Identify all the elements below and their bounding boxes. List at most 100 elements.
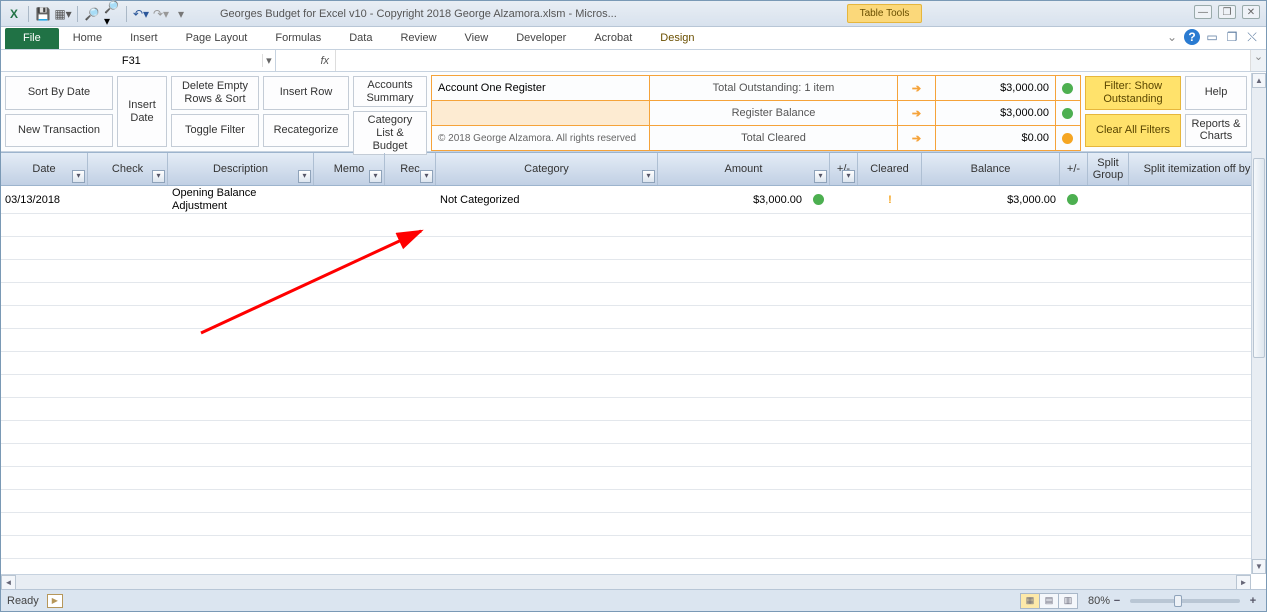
col-check[interactable]: Check▾ — [88, 153, 168, 185]
data-grid[interactable]: 03/13/2018 Opening Balance Adjustment No… — [1, 186, 1266, 566]
ribbon-more-icon[interactable]: ⌄ — [1164, 29, 1180, 45]
view-page-break-icon[interactable]: ▥ — [1058, 593, 1078, 609]
undo-icon[interactable]: ↶▾ — [132, 5, 150, 23]
filter-icon[interactable]: ▾ — [814, 170, 827, 183]
ribbon-max-icon[interactable]: ❐ — [1224, 29, 1240, 45]
col-plus-minus-2[interactable]: +/- — [1060, 153, 1088, 185]
name-box-dropdown-icon[interactable]: ▾ — [262, 54, 275, 67]
filter-icon[interactable]: ▾ — [369, 170, 382, 183]
vertical-scrollbar[interactable]: ▲ ▼ — [1251, 73, 1266, 574]
fx-button[interactable]: fx — [276, 50, 336, 71]
filter-icon[interactable]: ▾ — [298, 170, 311, 183]
scroll-up-icon[interactable]: ▲ — [1252, 73, 1266, 88]
col-date[interactable]: Date▾ — [1, 153, 88, 185]
cell-description[interactable]: Opening Balance Adjustment — [168, 186, 314, 213]
tab-developer[interactable]: Developer — [502, 28, 580, 49]
zoom-in-icon[interactable]: + — [1246, 595, 1260, 607]
table-row[interactable]: 03/13/2018 Opening Balance Adjustment No… — [1, 186, 1266, 214]
dropdown-icon[interactable]: ▦▾ — [54, 5, 72, 23]
redo-icon[interactable]: ↷▾ — [152, 5, 170, 23]
zoom-slider[interactable] — [1130, 599, 1240, 603]
horizontal-scrollbar[interactable]: ◄ ► — [1, 574, 1251, 589]
filter-icon[interactable]: ▾ — [642, 170, 655, 183]
insert-row-button[interactable]: Insert Row — [263, 76, 349, 110]
tab-acrobat[interactable]: Acrobat — [580, 28, 646, 49]
col-memo[interactable]: Memo▾ — [314, 153, 385, 185]
scroll-thumb[interactable] — [1253, 158, 1265, 358]
col-amount[interactable]: Amount▾ — [658, 153, 830, 185]
name-box[interactable]: ▾ — [1, 50, 276, 71]
col-rec[interactable]: Rec▾ — [385, 153, 436, 185]
cell-rec[interactable] — [385, 186, 436, 213]
save-icon[interactable]: 💾 — [34, 5, 52, 23]
find-dropdown-icon[interactable]: 🔎▾ — [103, 5, 121, 23]
accounts-summary-button[interactable]: Accounts Summary — [353, 76, 427, 107]
cell-check[interactable] — [88, 186, 168, 213]
tab-design[interactable]: Design — [646, 28, 708, 49]
delete-empty-rows-button[interactable]: Delete Empty Rows & Sort — [171, 76, 259, 110]
quick-access-toolbar: X 💾 ▦▾ 🔎 🔎▾ ↶▾ ↷▾ ▾ — [5, 5, 190, 23]
restore-icon[interactable]: ❐ — [1218, 5, 1236, 19]
tab-insert[interactable]: Insert — [116, 28, 172, 49]
zoom-out-icon[interactable]: − — [1110, 595, 1124, 607]
ribbon-min-icon[interactable]: ▭ — [1204, 29, 1220, 45]
filter-icon[interactable]: ▾ — [842, 170, 855, 183]
help-button[interactable]: Help — [1185, 76, 1247, 110]
view-normal-icon[interactable]: ▦ — [1020, 593, 1040, 609]
zoom-level[interactable]: 80% — [1088, 595, 1110, 607]
cell-amount[interactable]: $3,000.00 — [658, 186, 806, 213]
toggle-filter-button[interactable]: Toggle Filter — [171, 114, 259, 148]
help-icon[interactable]: ? — [1184, 29, 1200, 45]
reports-charts-button[interactable]: Reports & Charts — [1185, 114, 1247, 148]
col-split-itemization[interactable]: Split itemization off by — [1129, 153, 1266, 185]
tab-page-layout[interactable]: Page Layout — [172, 28, 262, 49]
tab-formulas[interactable]: Formulas — [261, 28, 335, 49]
customize-qat-icon[interactable]: ▾ — [172, 5, 190, 23]
scroll-right-icon[interactable]: ► — [1236, 575, 1251, 590]
summary-blank-cell[interactable] — [432, 101, 650, 125]
col-balance[interactable]: Balance — [922, 153, 1060, 185]
zoom-thumb[interactable] — [1174, 595, 1182, 607]
view-page-layout-icon[interactable]: ▤ — [1039, 593, 1059, 609]
col-split-group[interactable]: Split Group — [1088, 153, 1129, 185]
excel-icon[interactable]: X — [5, 5, 23, 23]
formula-input[interactable] — [336, 53, 1250, 69]
filter-icon[interactable]: ▾ — [420, 170, 433, 183]
cell-pm[interactable] — [830, 186, 858, 213]
find-icon[interactable]: 🔎 — [83, 5, 101, 23]
category-list-button[interactable]: Category List & Budget — [353, 111, 427, 155]
recategorize-button[interactable]: Recategorize — [263, 114, 349, 148]
status-ready: Ready — [7, 595, 39, 607]
macro-record-icon[interactable]: ▶ — [47, 594, 63, 608]
cell-balance[interactable]: $3,000.00 — [922, 186, 1060, 213]
scroll-down-icon[interactable]: ▼ — [1252, 559, 1266, 574]
col-plus-minus[interactable]: +/-▾ — [830, 153, 858, 185]
cell-memo[interactable] — [314, 186, 385, 213]
col-cleared[interactable]: Cleared — [858, 153, 922, 185]
file-tab[interactable]: File — [5, 28, 59, 49]
sort-by-date-button[interactable]: Sort By Date — [5, 76, 113, 110]
tab-view[interactable]: View — [451, 28, 503, 49]
cell-cleared[interactable]: ! — [858, 186, 922, 213]
filter-show-outstanding-button[interactable]: Filter: Show Outstanding — [1085, 76, 1181, 110]
tab-home[interactable]: Home — [59, 28, 116, 49]
filter-icon[interactable]: ▾ — [72, 170, 85, 183]
tab-review[interactable]: Review — [386, 28, 450, 49]
insert-date-button[interactable]: Insert Date — [117, 76, 167, 147]
expand-formula-icon[interactable]: ⌄ — [1250, 50, 1266, 71]
cell-category[interactable]: Not Categorized — [436, 186, 658, 213]
summary-account-label: Account One Register — [432, 76, 650, 100]
clear-all-filters-button[interactable]: Clear All Filters — [1085, 114, 1181, 148]
cell-date[interactable]: 03/13/2018 — [1, 186, 88, 213]
col-category[interactable]: Category▾ — [436, 153, 658, 185]
tab-data[interactable]: Data — [335, 28, 386, 49]
filter-icon[interactable]: ▾ — [152, 170, 165, 183]
new-transaction-button[interactable]: New Transaction — [5, 114, 113, 148]
minimize-icon[interactable]: — — [1194, 5, 1212, 19]
ribbon-close-icon[interactable]: ⤬ — [1244, 29, 1260, 45]
col-description[interactable]: Description▾ — [168, 153, 314, 185]
close-icon[interactable]: ✕ — [1242, 5, 1260, 19]
table-tools-tab[interactable]: Table Tools — [847, 4, 922, 23]
name-box-input[interactable] — [1, 53, 262, 69]
scroll-left-icon[interactable]: ◄ — [1, 575, 16, 590]
